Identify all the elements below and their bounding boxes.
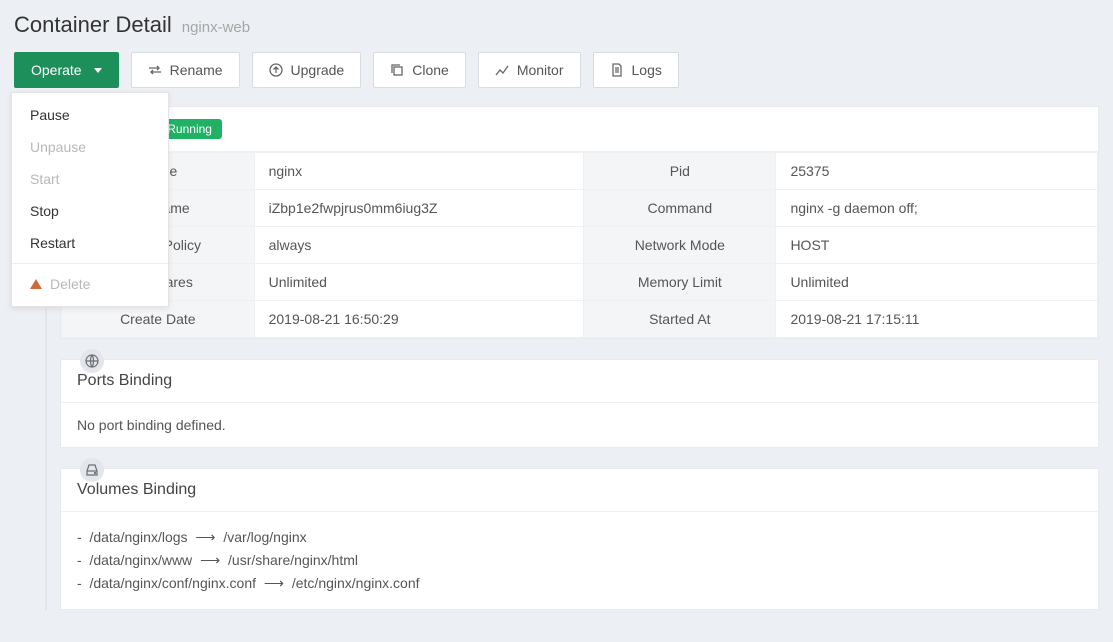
operate-dropdown: Pause Unpause Start Stop Restart Delete	[11, 92, 169, 307]
list-item: - /data/nginx/www ⟶ /usr/share/nginx/htm…	[77, 549, 1082, 572]
table-row: CpuSharesUnlimitedMemory LimitUnlimited	[62, 264, 1098, 301]
volumes-panel: Volumes Binding - /data/nginx/logs ⟶ /va…	[60, 468, 1099, 610]
chart-icon	[495, 63, 509, 77]
dropdown-start[interactable]: Start	[12, 163, 168, 195]
basic-info-panel: Basic Info Running ImagenginxPid25375Hos…	[60, 106, 1099, 339]
rename-button[interactable]: Rename	[131, 52, 240, 88]
arrow-right-icon: ⟶	[200, 552, 220, 569]
file-icon	[610, 63, 624, 77]
container-name: nginx-web	[182, 19, 250, 36]
volumes-list: - /data/nginx/logs ⟶ /var/log/nginx- /da…	[77, 526, 1082, 595]
swap-icon	[148, 63, 162, 77]
up-circle-icon	[269, 63, 283, 77]
globe-icon	[80, 349, 104, 373]
arrow-right-icon: ⟶	[264, 575, 284, 592]
ports-title: Ports Binding	[77, 372, 172, 390]
disk-icon	[80, 458, 104, 482]
logs-button[interactable]: Logs	[593, 52, 679, 88]
dropdown-separator	[12, 263, 168, 264]
dropdown-stop[interactable]: Stop	[12, 195, 168, 227]
table-row: Create Date2019-08-21 16:50:29Started At…	[62, 301, 1098, 338]
ports-empty: No port binding defined.	[77, 417, 226, 433]
table-row: HostnameiZbp1e2fwpjrus0mm6iug3ZCommandng…	[62, 190, 1098, 227]
basic-info-table: ImagenginxPid25375HostnameiZbp1e2fwpjrus…	[61, 152, 1098, 338]
arrow-right-icon: ⟶	[195, 529, 215, 546]
page-header: Container Detail nginx-web	[14, 12, 1099, 38]
timeline: Basic Info Running ImagenginxPid25375Hos…	[14, 106, 1099, 610]
copy-icon	[390, 63, 404, 77]
table-row: ImagenginxPid25375	[62, 153, 1098, 190]
dropdown-pause[interactable]: Pause	[12, 99, 168, 131]
ports-panel: Ports Binding No port binding defined.	[60, 359, 1099, 448]
table-row: Restart PolicyalwaysNetwork ModeHOST	[62, 227, 1098, 264]
upgrade-button[interactable]: Upgrade	[252, 52, 362, 88]
operate-button[interactable]: Operate	[14, 52, 119, 88]
operate-label: Operate	[31, 62, 82, 78]
dropdown-delete[interactable]: Delete	[12, 268, 168, 300]
dropdown-unpause[interactable]: Unpause	[12, 131, 168, 163]
list-item: - /data/nginx/logs ⟶ /var/log/nginx	[77, 526, 1082, 549]
toolbar: Operate Rename Upgrade Clone Monitor	[14, 52, 1099, 88]
warning-icon	[30, 279, 42, 289]
dropdown-restart[interactable]: Restart	[12, 227, 168, 259]
clone-button[interactable]: Clone	[373, 52, 466, 88]
monitor-button[interactable]: Monitor	[478, 52, 581, 88]
chevron-down-icon	[94, 68, 102, 73]
volumes-title: Volumes Binding	[77, 481, 196, 499]
page-title: Container Detail	[14, 12, 172, 38]
